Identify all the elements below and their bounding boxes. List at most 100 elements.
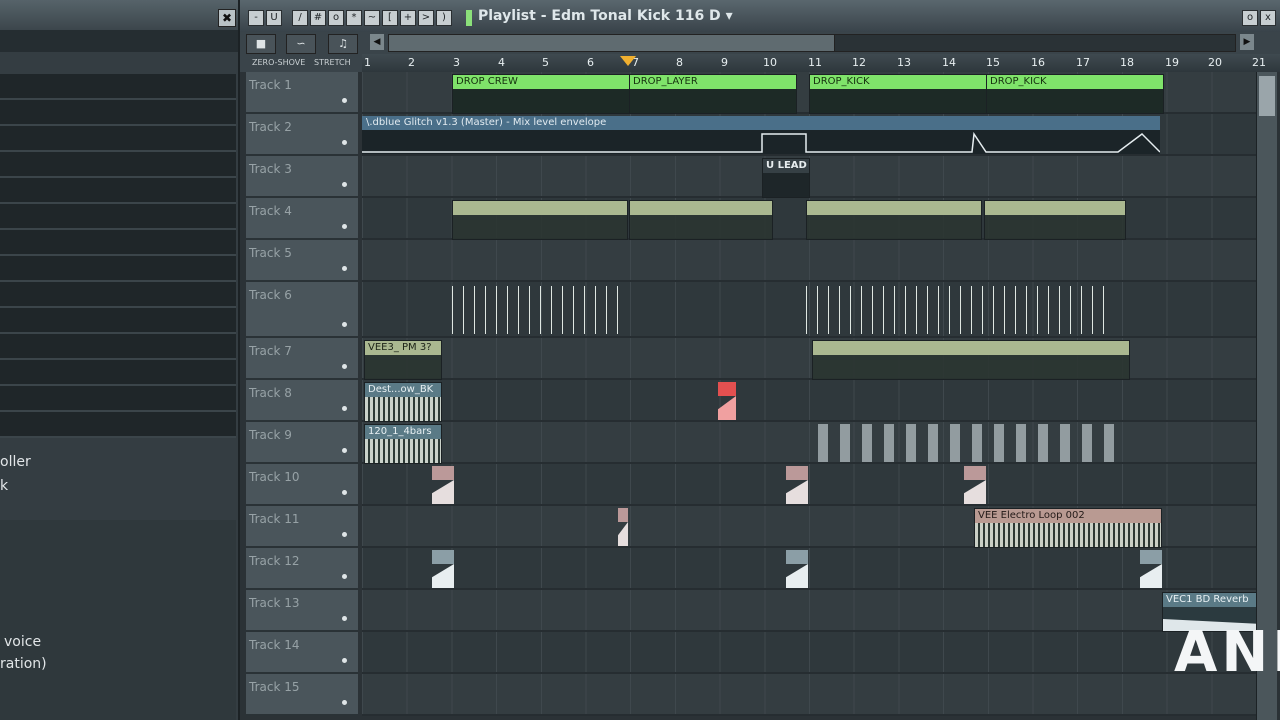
note-icon[interactable]: ♫ xyxy=(328,34,358,54)
browser-row[interactable] xyxy=(0,360,236,386)
track-led[interactable] xyxy=(342,182,347,187)
magnet-icon[interactable]: U xyxy=(266,10,282,26)
track-header[interactable]: Track 10 xyxy=(246,464,358,506)
track-header[interactable]: Track 6 xyxy=(246,282,358,338)
track-led[interactable] xyxy=(342,140,347,145)
track-header[interactable]: Track 3 xyxy=(246,156,358,198)
track-lane[interactable] xyxy=(362,464,1256,506)
audio-clip[interactable] xyxy=(964,466,986,504)
browser-row[interactable] xyxy=(0,178,236,204)
sample-hits[interactable] xyxy=(818,424,1118,462)
scroll-left-icon[interactable]: ◀ xyxy=(370,34,384,50)
track-header[interactable]: Track 4 xyxy=(246,198,358,240)
track-header[interactable]: Track 5 xyxy=(246,240,358,282)
audio-clip[interactable]: 120_1_4bars xyxy=(364,424,442,464)
audio-clip[interactable]: Dest...ow_BK xyxy=(364,382,442,422)
horizontal-scrollbar[interactable] xyxy=(388,34,836,52)
track-lane[interactable] xyxy=(362,422,1256,464)
track-led[interactable] xyxy=(342,364,347,369)
browser-row[interactable] xyxy=(0,100,236,126)
stretch-option[interactable]: STRETCH xyxy=(314,58,351,67)
audio-clip[interactable]: VEE Electro Loop 002 xyxy=(974,508,1162,548)
draw-tool-icon[interactable]: / xyxy=(292,10,308,26)
playback-tool-icon[interactable]: > xyxy=(418,10,434,26)
browser-row[interactable] xyxy=(0,412,236,438)
slice-tool-icon[interactable]: ~ xyxy=(364,10,380,26)
track-led[interactable] xyxy=(342,224,347,229)
browser-text[interactable]: k xyxy=(0,478,8,494)
scroll-right-icon[interactable]: ▶ xyxy=(1240,34,1254,50)
track-led[interactable] xyxy=(342,616,347,621)
browser-row[interactable] xyxy=(0,308,236,334)
horizontal-scroll-track[interactable] xyxy=(834,34,1236,52)
pattern-clip[interactable]: DROP_KICK xyxy=(986,74,1164,114)
arrangement-icon[interactable]: ■ xyxy=(246,34,276,54)
browser-text[interactable]: ration) xyxy=(0,656,47,672)
track-led[interactable] xyxy=(342,406,347,411)
lead-clip[interactable]: U LEAD xyxy=(762,158,810,198)
bar-numbers[interactable]: 1 2 3 4 5 6 7 8 9 10 11 12 13 14 15 16 1… xyxy=(362,54,1280,72)
zoom-tool-icon[interactable]: + xyxy=(400,10,416,26)
track-led[interactable] xyxy=(342,322,347,327)
track-led[interactable] xyxy=(342,532,347,537)
audio-clip[interactable] xyxy=(432,550,454,588)
pattern-clip[interactable]: DROP_KICK xyxy=(809,74,987,114)
track-header[interactable]: Track 7 xyxy=(246,338,358,380)
track-led[interactable] xyxy=(342,574,347,579)
track-led[interactable] xyxy=(342,658,347,663)
pattern-clip[interactable] xyxy=(812,340,1130,380)
track-lane[interactable] xyxy=(362,380,1256,422)
track-lane[interactable] xyxy=(362,240,1256,282)
audio-clip[interactable]: VEE3_ PM 3? xyxy=(364,340,442,380)
pattern-clip[interactable]: DROP_LAYER xyxy=(629,74,797,114)
browser-row[interactable] xyxy=(0,126,236,152)
track-lane[interactable] xyxy=(362,590,1256,632)
song-position-marker[interactable] xyxy=(620,56,636,66)
track-lane[interactable] xyxy=(362,548,1256,590)
close-icon[interactable]: ✖ xyxy=(218,9,236,27)
speaker-icon[interactable]: ) xyxy=(436,10,452,26)
delete-tool-icon[interactable]: o xyxy=(328,10,344,26)
pattern-clip[interactable] xyxy=(806,200,982,240)
track-led[interactable] xyxy=(342,490,347,495)
audio-clip[interactable] xyxy=(618,508,628,546)
track-header[interactable]: Track 11 xyxy=(246,506,358,548)
hat-pattern[interactable] xyxy=(806,286,1110,334)
browser-text[interactable]: voice xyxy=(4,634,41,650)
track-led[interactable] xyxy=(342,98,347,103)
zero-shove-option[interactable]: ZERO-SHOVE xyxy=(252,58,305,67)
hat-pattern[interactable] xyxy=(452,286,628,334)
page-title[interactable]: Playlist - Edm Tonal Kick 116 D ▾ xyxy=(478,8,733,24)
maximize-icon[interactable]: o xyxy=(1242,10,1258,26)
audio-clip[interactable] xyxy=(1140,550,1162,588)
audio-clip[interactable] xyxy=(786,466,808,504)
paint-tool-icon[interactable]: # xyxy=(310,10,326,26)
audio-clip[interactable] xyxy=(718,382,736,420)
track-header[interactable]: Track 9 xyxy=(246,422,358,464)
mute-tool-icon[interactable]: * xyxy=(346,10,362,26)
select-tool-icon[interactable]: [ xyxy=(382,10,398,26)
audio-clip[interactable] xyxy=(432,466,454,504)
track-header[interactable]: Track 12 xyxy=(246,548,358,590)
pattern-clip[interactable] xyxy=(984,200,1126,240)
automation-icon[interactable]: ∽ xyxy=(286,34,316,54)
pattern-clip[interactable] xyxy=(452,200,628,240)
browser-row[interactable] xyxy=(0,282,236,308)
browser-row[interactable] xyxy=(0,334,236,360)
track-lane[interactable] xyxy=(362,632,1256,674)
browser-row[interactable] xyxy=(0,230,236,256)
browser-row[interactable] xyxy=(0,152,236,178)
audio-clip[interactable] xyxy=(786,550,808,588)
browser-row[interactable] xyxy=(0,74,236,100)
track-header[interactable]: Track 15 xyxy=(246,674,358,716)
track-led[interactable] xyxy=(342,266,347,271)
browser-row[interactable] xyxy=(0,204,236,230)
track-header[interactable]: Track 14 xyxy=(246,632,358,674)
browser-row[interactable] xyxy=(0,256,236,282)
track-led[interactable] xyxy=(342,448,347,453)
minimize-icon[interactable]: - xyxy=(248,10,264,26)
track-lane[interactable] xyxy=(362,674,1256,716)
pattern-clip[interactable]: DROP CREW xyxy=(452,74,630,114)
track-header[interactable]: Track 13 xyxy=(246,590,358,632)
pattern-clip[interactable] xyxy=(629,200,773,240)
